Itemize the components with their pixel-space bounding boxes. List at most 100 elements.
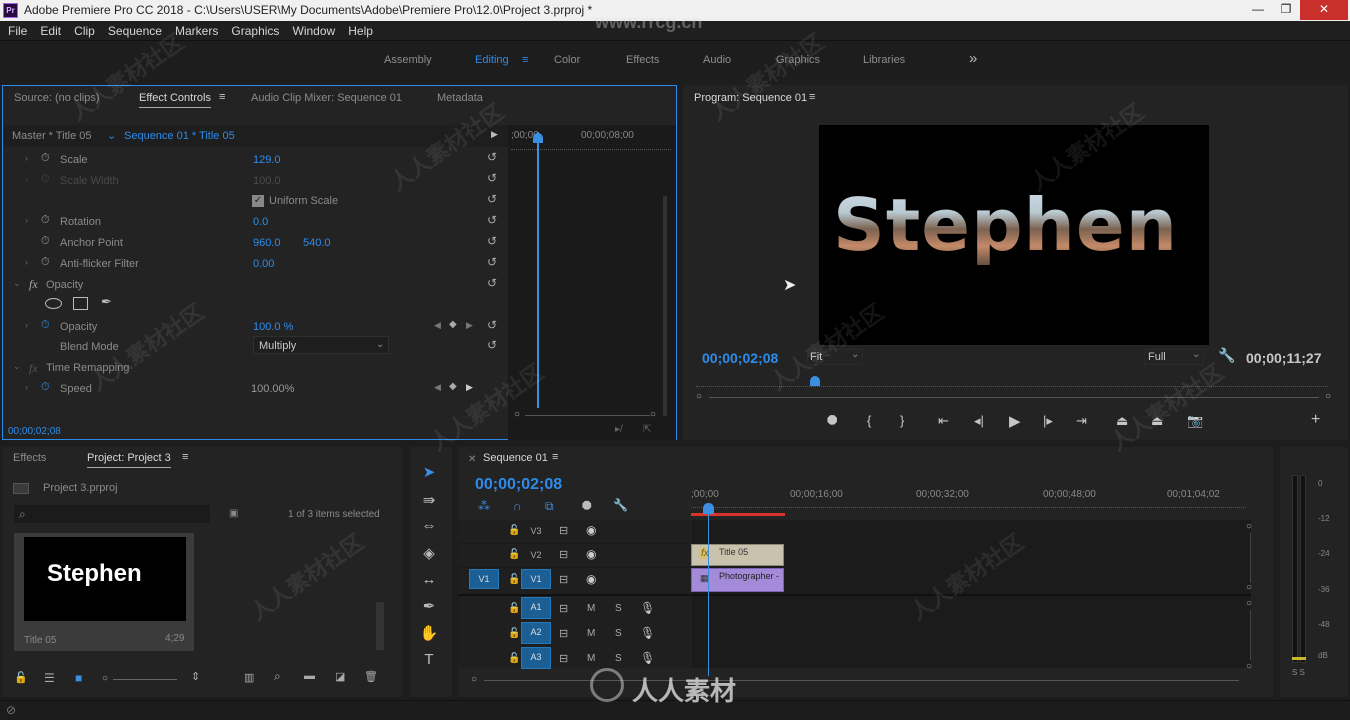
workspace-color[interactable]: Color [554, 54, 580, 66]
selection-tool-icon[interactable]: ➤ [417, 463, 441, 481]
export-frame-icon[interactable]: 📷 [1187, 413, 1203, 429]
ripple-edit-tool-icon[interactable]: ⇔ [417, 517, 441, 534]
zoom-slider-handle[interactable]: ○ [102, 673, 108, 684]
button-editor-icon[interactable]: + [1311, 411, 1320, 429]
vertical-zoom-bar[interactable] [1250, 610, 1251, 660]
h-scroll-handle[interactable]: ○ [471, 674, 477, 685]
add-marker-icon[interactable]: ⯃ [582, 499, 592, 514]
expand-arrow-icon[interactable]: › [25, 320, 28, 330]
tab-metadata[interactable]: Metadata [437, 92, 483, 104]
find-icon[interactable]: ⌕ [274, 669, 281, 684]
menu-clip[interactable]: Clip [74, 21, 95, 41]
sync-lock-icon[interactable]: ⊟ [559, 548, 568, 561]
workspace-menu-icon[interactable]: ≡ [522, 54, 528, 66]
hand-tool-icon[interactable]: ✋ [417, 624, 441, 642]
track-select-tool-icon[interactable]: ⇛ [417, 491, 441, 509]
uniform-scale-checkbox[interactable]: ✓ [252, 195, 264, 207]
list-view-icon[interactable]: ☰ [44, 671, 55, 685]
zoom-right-handle[interactable]: ○ [1325, 391, 1331, 402]
menu-help[interactable]: Help [348, 21, 373, 41]
timeline-settings-icon[interactable]: 🔧 [613, 498, 628, 512]
razor-tool-icon[interactable]: ◈ [417, 544, 441, 562]
timeline-ruler-ticks[interactable] [691, 502, 1246, 508]
anti-flicker-value[interactable]: 0.00 [253, 258, 274, 270]
reset-icon[interactable]: ↺ [487, 150, 497, 164]
solo-button[interactable]: S [615, 628, 622, 639]
sync-lock-icon[interactable]: ⊟ [559, 524, 568, 537]
tab-effects[interactable]: Effects [13, 452, 46, 464]
stopwatch-icon[interactable]: ⏱ [41, 256, 50, 269]
program-timecode[interactable]: 00;00;02;08 [702, 350, 778, 366]
prev-keyframe-icon[interactable]: ◀ [434, 320, 441, 331]
lock-icon[interactable]: 🔓 [508, 603, 520, 614]
ec-zoom-bar[interactable] [525, 415, 650, 416]
sync-lock-icon[interactable]: ⊟ [559, 627, 568, 640]
icon-view-icon[interactable]: ■ [75, 671, 82, 685]
collapse-arrow-icon[interactable]: ⌄ [13, 278, 21, 289]
program-playhead[interactable] [810, 376, 820, 386]
expand-arrow-icon[interactable]: › [25, 382, 28, 392]
workspace-libraries[interactable]: Libraries [863, 54, 905, 66]
automate-to-sequence-icon[interactable]: ▥ [244, 671, 254, 684]
workspace-effects[interactable]: Effects [626, 54, 659, 66]
close-tab-icon[interactable]: ✕ [468, 454, 476, 465]
timeline-timecode[interactable]: 00;00;02;08 [475, 476, 562, 494]
workspace-audio[interactable]: Audio [703, 54, 731, 66]
rectangle-mask-icon[interactable] [73, 297, 88, 310]
track-a2[interactable]: A2 [521, 622, 551, 644]
project-search-input[interactable] [14, 505, 210, 523]
microphone-icon[interactable]: 🎙 [640, 601, 655, 615]
rotation-value[interactable]: 0.0 [253, 216, 268, 228]
lock-icon[interactable]: 🔓 [14, 671, 28, 684]
stopwatch-icon[interactable]: ⏱ [41, 235, 50, 248]
speed-value[interactable]: 100.00% [251, 383, 294, 395]
panel-menu-icon[interactable]: ≡ [809, 91, 815, 103]
collapse-arrow-icon[interactable]: ⌄ [13, 361, 21, 372]
track-v2[interactable]: V2 [521, 545, 551, 565]
new-bin-icon[interactable]: ▬ [304, 670, 315, 682]
add-keyframe-icon[interactable]: ◆ [449, 381, 457, 392]
track-v3[interactable]: V3 [521, 521, 551, 541]
timeline-playhead[interactable] [708, 506, 709, 676]
lock-icon[interactable]: 🔓 [508, 628, 520, 639]
menu-graphics[interactable]: Graphics [231, 21, 279, 41]
ec-zoom-right-handle[interactable]: ○ [650, 409, 656, 420]
eye-icon[interactable]: ◉ [586, 547, 596, 561]
menu-window[interactable]: Window [293, 21, 336, 41]
close-window-button[interactable]: ✕ [1300, 0, 1348, 20]
mute-button[interactable]: M [587, 653, 595, 664]
step-forward-icon[interactable]: |▸ [1043, 413, 1053, 429]
solo-button[interactable]: S [615, 603, 622, 614]
scroll-handle[interactable]: ○ [1246, 598, 1252, 609]
reset-icon[interactable]: ↺ [487, 338, 497, 352]
track-a3[interactable]: A3 [521, 647, 551, 669]
pen-tool-icon[interactable]: ✒ [417, 597, 441, 615]
eye-icon[interactable]: ◉ [586, 572, 596, 586]
ellipse-mask-icon[interactable] [45, 298, 62, 309]
microphone-icon[interactable]: 🎙 [640, 651, 655, 665]
workspace-editing[interactable]: Editing [475, 54, 509, 66]
expand-arrow-icon[interactable]: › [25, 215, 28, 225]
sync-lock-icon[interactable]: ⊟ [559, 602, 568, 615]
track-v1[interactable]: V1 [521, 569, 551, 589]
reset-icon[interactable]: ↺ [487, 171, 497, 185]
reset-icon[interactable]: ↺ [487, 318, 497, 332]
play-button[interactable]: ▶ [1009, 412, 1021, 430]
go-to-in-icon[interactable]: ⇤ [938, 413, 949, 429]
scroll-handle[interactable]: ○ [1246, 661, 1252, 672]
tab-audio-clip-mixer[interactable]: Audio Clip Mixer: Sequence 01 [251, 92, 402, 104]
pen-mask-icon[interactable]: ✒ [101, 294, 112, 310]
clip-thumbnail-card[interactable]: Stephen Title 05 4;29 [14, 533, 194, 651]
vertical-zoom-bar[interactable] [1250, 533, 1251, 583]
lock-icon[interactable]: 🔓 [508, 525, 520, 536]
track-a1[interactable]: A1 [521, 597, 551, 619]
stopwatch-active-icon[interactable]: ⏱ [41, 319, 50, 332]
ec-scrollbar[interactable] [663, 196, 667, 416]
expand-arrow-icon[interactable]: › [25, 257, 28, 267]
timeline-clip-title[interactable]: fx Title 05 [691, 544, 784, 566]
add-keyframe-icon[interactable]: ◆ [449, 319, 457, 330]
more-workspaces-icon[interactable]: » [969, 50, 977, 67]
solo-button[interactable]: S [615, 653, 622, 664]
nest-toggle-icon[interactable]: ⁂ [478, 499, 490, 513]
expand-arrow-icon[interactable]: › [25, 153, 28, 163]
